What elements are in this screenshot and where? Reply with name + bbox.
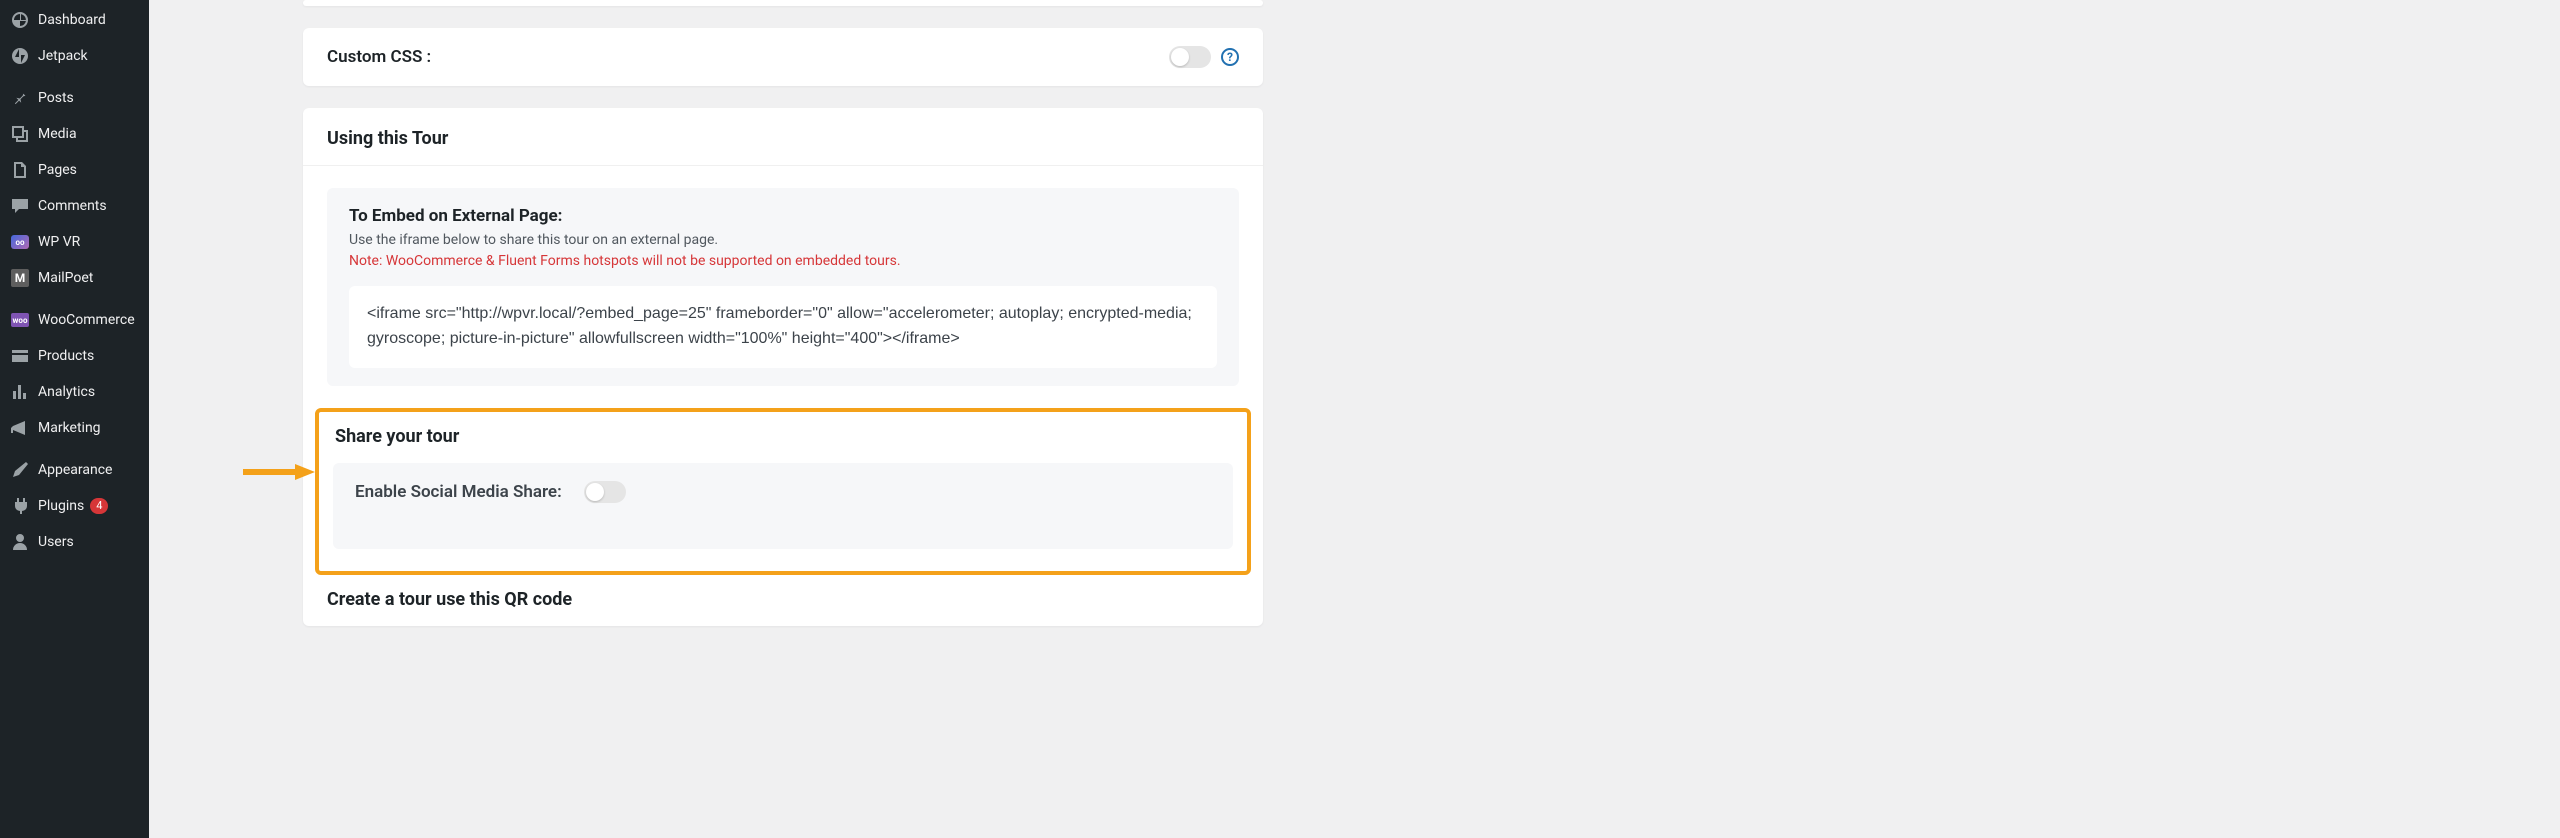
appearance-icon xyxy=(10,460,30,480)
sidebar-label: Comments xyxy=(38,198,107,214)
sidebar-item-plugins[interactable]: Plugins 4 xyxy=(0,488,149,524)
share-body: Enable Social Media Share: xyxy=(333,463,1233,549)
marketing-icon xyxy=(10,418,30,438)
sidebar-label: Plugins xyxy=(38,498,84,514)
share-enable-label: Enable Social Media Share: xyxy=(355,482,562,502)
share-highlight: Share your tour Enable Social Media Shar… xyxy=(315,408,1251,575)
sidebar-item-analytics[interactable]: Analytics xyxy=(0,374,149,410)
sidebar-item-comments[interactable]: Comments xyxy=(0,188,149,224)
admin-sidebar: Dashboard Jetpack Posts Media Pages Comm… xyxy=(0,0,149,838)
sidebar-label: Users xyxy=(38,534,74,550)
sidebar-label: Media xyxy=(38,126,77,142)
dashboard-icon xyxy=(10,10,30,30)
products-icon xyxy=(10,346,30,366)
plugins-icon xyxy=(10,496,30,516)
mailpoet-icon: M xyxy=(10,268,30,288)
sidebar-item-mailpoet[interactable]: M MailPoet xyxy=(0,260,149,296)
qr-header: Create a tour use this QR code xyxy=(303,589,1263,626)
custom-css-label: Custom CSS : xyxy=(327,47,431,67)
woocommerce-icon: woo xyxy=(10,310,30,330)
pages-icon xyxy=(10,160,30,180)
analytics-icon xyxy=(10,382,30,402)
sidebar-item-media[interactable]: Media xyxy=(0,116,149,152)
sidebar-label: MailPoet xyxy=(38,270,93,286)
info-icon[interactable]: ? xyxy=(1221,48,1239,66)
using-tour-card: Using this Tour To Embed on External Pag… xyxy=(303,108,1263,626)
sidebar-label: Posts xyxy=(38,90,74,106)
sidebar-label: Marketing xyxy=(38,420,101,436)
sidebar-item-products[interactable]: Products xyxy=(0,338,149,374)
pin-icon xyxy=(10,88,30,108)
media-icon xyxy=(10,124,30,144)
content-area: Custom CSS : ? Using this Tour To Embed … xyxy=(149,0,1375,838)
iframe-code-box[interactable]: <iframe src="http://wpvr.local/?embed_pa… xyxy=(349,286,1217,368)
sidebar-item-pages[interactable]: Pages xyxy=(0,152,149,188)
jetpack-icon xyxy=(10,46,30,66)
sidebar-label: Analytics xyxy=(38,384,95,400)
sidebar-item-wpvr[interactable]: oo WP VR xyxy=(0,224,149,260)
embed-title: To Embed on External Page: xyxy=(349,206,1217,226)
sidebar-label: Dashboard xyxy=(38,12,106,28)
previous-card-edge xyxy=(303,0,1263,6)
custom-css-card: Custom CSS : ? xyxy=(303,28,1263,86)
sidebar-label: WooCommerce xyxy=(38,312,135,328)
vr-icon: oo xyxy=(10,232,30,252)
users-icon xyxy=(10,532,30,552)
sidebar-item-dashboard[interactable]: Dashboard xyxy=(0,2,149,38)
sidebar-item-marketing[interactable]: Marketing xyxy=(0,410,149,446)
embed-section: To Embed on External Page: Use the ifram… xyxy=(327,188,1239,386)
comments-icon xyxy=(10,196,30,216)
share-header: Share your tour xyxy=(319,412,1247,463)
sidebar-label: Appearance xyxy=(38,462,112,478)
sidebar-item-posts[interactable]: Posts xyxy=(0,80,149,116)
sidebar-label: Pages xyxy=(38,162,77,178)
sidebar-label: WP VR xyxy=(38,234,80,250)
custom-css-toggle[interactable] xyxy=(1169,46,1211,68)
sidebar-label: Jetpack xyxy=(38,48,88,64)
sidebar-label: Products xyxy=(38,348,94,364)
using-tour-header: Using this Tour xyxy=(303,108,1263,166)
sidebar-item-appearance[interactable]: Appearance xyxy=(0,452,149,488)
update-badge: 4 xyxy=(90,498,108,514)
sidebar-item-users[interactable]: Users xyxy=(0,524,149,560)
sidebar-item-woocommerce[interactable]: woo WooCommerce xyxy=(0,302,149,338)
arrow-annotation xyxy=(243,464,315,480)
right-empty-area xyxy=(1375,0,2560,838)
social-share-toggle[interactable] xyxy=(584,481,626,503)
embed-note: Note: WooCommerce & Fluent Forms hotspot… xyxy=(349,251,1217,272)
embed-desc: Use the iframe below to share this tour … xyxy=(349,230,1217,251)
sidebar-item-jetpack[interactable]: Jetpack xyxy=(0,38,149,74)
